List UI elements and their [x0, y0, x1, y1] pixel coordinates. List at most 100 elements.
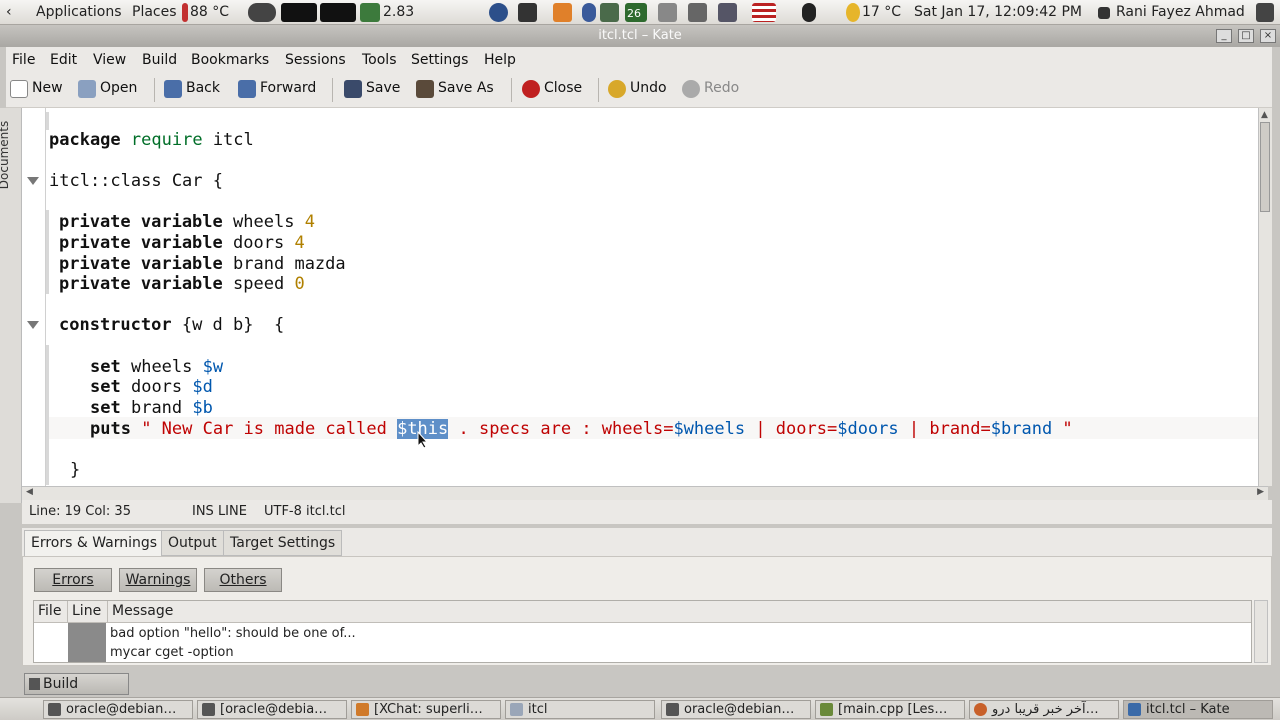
fold-marker — [46, 210, 49, 294]
new-document-icon — [10, 80, 28, 98]
menu-settings[interactable]: Settings — [411, 52, 468, 68]
tab-target-settings[interactable]: Target Settings — [223, 530, 343, 556]
scroll-left-icon[interactable]: ◀ — [26, 487, 33, 497]
taskbar-item-active[interactable]: itcl.tcl – Kate — [1123, 700, 1273, 719]
undo-button[interactable]: Undo — [608, 80, 667, 98]
fold-marker — [46, 345, 49, 485]
network-monitor-icon — [248, 3, 276, 22]
taskbar-item[interactable]: [oracle@debia… — [197, 700, 347, 719]
code-line: set wheels $w — [90, 357, 224, 377]
memory-graph-icon — [320, 3, 356, 22]
weather-icon — [846, 3, 860, 22]
window-title: itcl.tcl – Kate — [598, 28, 682, 43]
fold-class-icon[interactable] — [27, 177, 39, 185]
editor-icon-border — [22, 108, 46, 486]
table-row[interactable]: bad option "hello": should be one of... — [110, 626, 356, 641]
editor-status-bar: Line: 19 Col: 35 INS LINE UTF-8 itcl.tcl — [22, 500, 1272, 524]
toolbar-separator — [598, 78, 599, 102]
close-label: Close — [544, 80, 583, 96]
code-line: set doors $d — [90, 377, 213, 397]
minimize-button[interactable]: _ — [1216, 29, 1232, 43]
bluetooth-tray-icon[interactable] — [802, 3, 816, 22]
forward-button[interactable]: Forward — [238, 80, 317, 98]
globe-icon[interactable] — [489, 3, 508, 22]
tab-output[interactable]: Output — [161, 530, 224, 556]
build-tabs: Errors & Warnings Output Target Settings — [22, 528, 1272, 556]
warnings-filter-button[interactable]: Warnings — [119, 568, 197, 592]
column-header-line[interactable]: Line — [68, 601, 108, 623]
save-as-button[interactable]: Save As — [416, 80, 494, 98]
menu-build[interactable]: Build — [142, 52, 177, 68]
calendar-icon[interactable]: 26 — [625, 3, 647, 22]
save-button[interactable]: Save — [344, 80, 400, 98]
menu-edit[interactable]: Edit — [50, 52, 77, 68]
column-header-message[interactable]: Message — [108, 601, 1251, 623]
menu-bookmarks[interactable]: Bookmarks — [191, 52, 269, 68]
clock[interactable]: Sat Jan 17, 12:09:42 PM — [914, 4, 1082, 20]
documents-sidebar-tab[interactable]: Documents — [0, 108, 22, 503]
redo-button[interactable]: Redo — [682, 80, 740, 98]
menu-tools[interactable]: Tools — [362, 52, 397, 68]
scrollbar-thumb[interactable] — [1260, 122, 1270, 212]
fold-marker — [46, 112, 49, 130]
clipboard-icon[interactable] — [718, 3, 737, 22]
code-line: } — [70, 460, 81, 480]
terminal-icon[interactable] — [518, 3, 537, 22]
code-line: package require itcl — [49, 130, 254, 150]
user-name[interactable]: Rani Fayez Ahmad — [1116, 4, 1245, 20]
volume-icon[interactable] — [688, 3, 707, 22]
forward-label: Forward — [260, 80, 317, 96]
close-window-button[interactable]: × — [1260, 29, 1276, 43]
taskbar-item[interactable]: [main.cpp [Les… — [815, 700, 965, 719]
code-line-current: puts " New Car is made called $this . sp… — [90, 419, 1073, 439]
lock-icon[interactable] — [658, 3, 677, 22]
taskbar-item[interactable]: oracle@debian… — [661, 700, 811, 719]
others-filter-button[interactable]: Others — [204, 568, 282, 592]
maximize-button[interactable]: □ — [1238, 29, 1254, 43]
cpu-temp-icon — [182, 3, 188, 22]
menu-sessions[interactable]: Sessions — [285, 52, 346, 68]
bluetooth-icon[interactable] — [582, 3, 596, 22]
us-flag-icon[interactable] — [752, 3, 776, 22]
back-button[interactable]: Back — [164, 80, 220, 98]
build-output-toggle[interactable]: Build Output — [24, 673, 129, 712]
cursor-position: Line: 19 Col: 35 — [29, 504, 131, 519]
tab-errors-warnings[interactable]: Errors & Warnings — [24, 530, 165, 556]
editor-horizontal-scrollbar[interactable]: ◀ ▶ — [22, 486, 1268, 500]
applications-menu[interactable]: Applications — [36, 4, 122, 20]
mouse-pointer-icon — [417, 431, 429, 449]
messages-scrollbar[interactable] — [1254, 600, 1268, 663]
places-menu[interactable]: Places — [132, 4, 177, 20]
menu-file[interactable]: File — [12, 52, 35, 68]
taskbar-item[interactable]: [XChat: superli… — [351, 700, 501, 719]
column-header-file[interactable]: File — [34, 601, 68, 623]
window-titlebar[interactable]: itcl.tcl – Kate _ □ × — [0, 25, 1280, 47]
scroll-left-arrow-icon[interactable]: ‹ — [6, 4, 12, 20]
redo-label: Redo — [704, 80, 740, 96]
table-row[interactable]: mycar cget -option — [110, 645, 234, 660]
menu-help[interactable]: Help — [484, 52, 516, 68]
taskbar-item[interactable]: itcl — [505, 700, 655, 719]
new-button[interactable]: New — [10, 80, 63, 98]
errors-filter-button[interactable]: Errors — [34, 568, 112, 592]
load-readout: 2.83 — [383, 4, 415, 20]
scroll-right-icon[interactable]: ▶ — [1257, 487, 1264, 497]
ide-icon — [820, 703, 833, 716]
monitor-icon[interactable] — [600, 3, 619, 22]
edit-mode[interactable]: INS LINE — [192, 504, 247, 519]
toolbar-separator — [332, 78, 333, 102]
undo-icon — [608, 80, 626, 98]
menu-view[interactable]: View — [93, 52, 126, 68]
open-button[interactable]: Open — [78, 80, 137, 98]
taskbar-item[interactable]: آخر خبر قريبا درو… — [969, 700, 1119, 719]
logout-icon[interactable] — [1256, 3, 1274, 22]
new-label: New — [32, 80, 63, 96]
xchat-icon[interactable] — [553, 3, 572, 22]
redo-icon — [682, 80, 700, 98]
scroll-up-arrow-icon[interactable]: ▲ — [1261, 110, 1268, 120]
taskbar: oracle@debian… [oracle@debia… [XChat: su… — [0, 697, 1280, 720]
fold-constructor-icon[interactable] — [27, 321, 39, 329]
taskbar-item[interactable]: oracle@debian… — [43, 700, 193, 719]
close-button[interactable]: Close — [522, 80, 583, 98]
editor-vertical-scrollbar[interactable]: ▲ — [1258, 108, 1272, 486]
